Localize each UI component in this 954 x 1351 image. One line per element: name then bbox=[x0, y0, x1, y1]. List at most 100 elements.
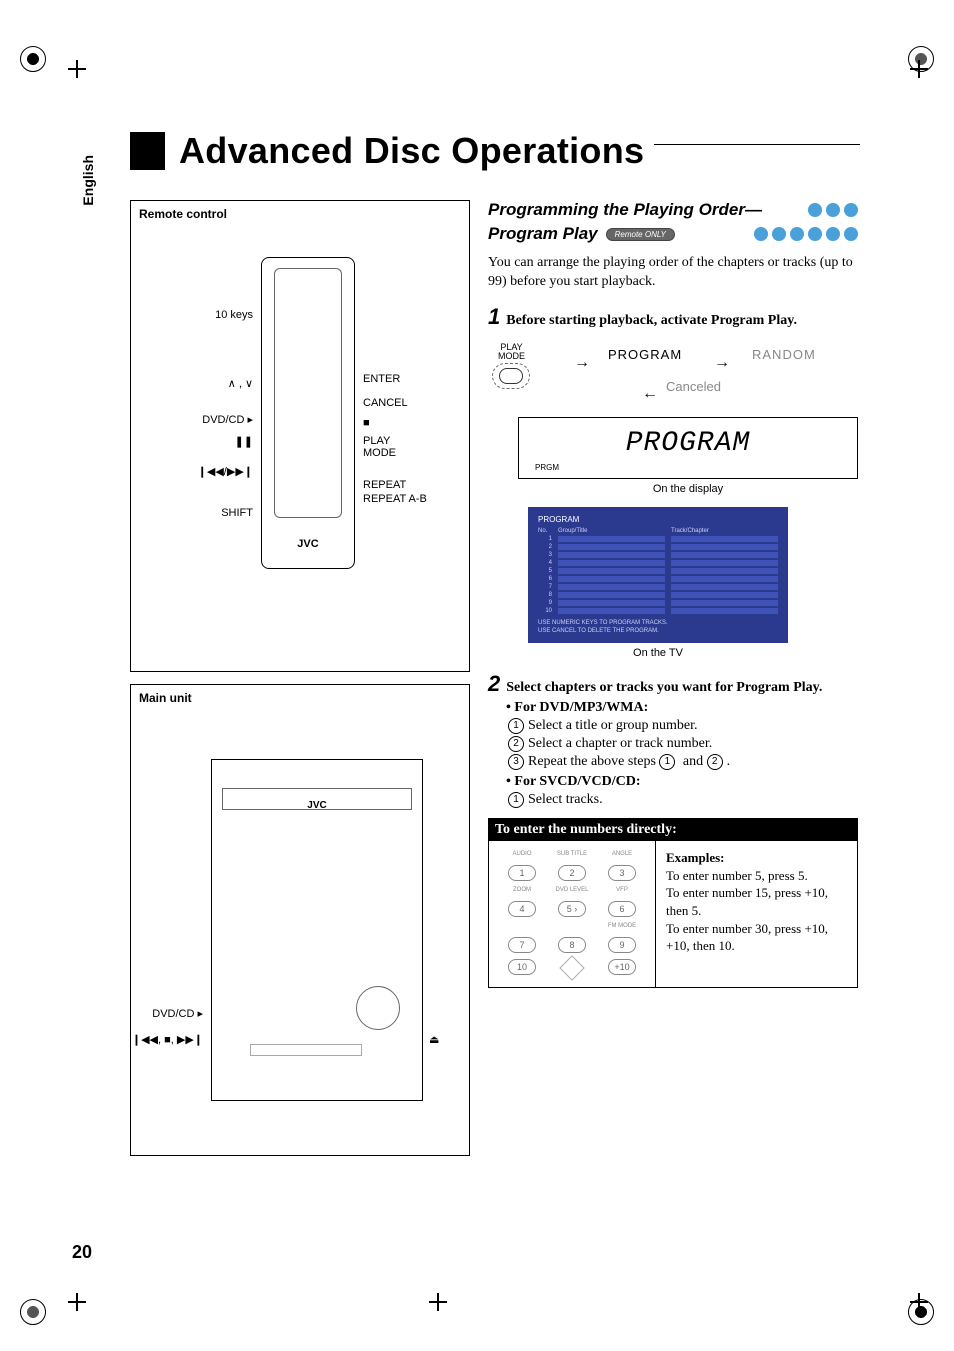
arrow-right-icon bbox=[574, 354, 590, 372]
key-5: 5 › bbox=[558, 901, 586, 917]
callout-10-keys: 10 keys bbox=[145, 309, 253, 321]
key-4: 4 bbox=[508, 901, 536, 917]
remote-control-label: Remote control bbox=[131, 201, 469, 227]
key-label-subtitle: SUB TITLE bbox=[547, 851, 597, 859]
registration-mark-tl bbox=[20, 46, 46, 72]
callout-repeat: REPEAT bbox=[363, 479, 406, 491]
tv-row-num: 8 bbox=[538, 592, 552, 598]
remote-control-panel: Remote control JVC 10 keys ∧ , ∨ DVD/CD … bbox=[130, 200, 470, 672]
key-label-vfp: VFP bbox=[597, 887, 647, 895]
key-7: 7 bbox=[508, 937, 536, 953]
title-bar-icon bbox=[130, 132, 165, 170]
tv-row-num: 4 bbox=[538, 560, 552, 566]
enter-numbers-header: To enter the numbers directly: bbox=[489, 819, 857, 841]
mode-program-label: PROGRAM bbox=[608, 347, 682, 362]
tv-row-num: 6 bbox=[538, 576, 552, 582]
section-subtitle: Program Play bbox=[488, 224, 598, 244]
callout-cancel: CANCEL bbox=[363, 397, 408, 409]
key-label-zoom: ZOOM bbox=[497, 887, 547, 895]
callout-pause-icon: ❚❚ bbox=[145, 435, 253, 448]
step-number-2: 2 bbox=[488, 673, 500, 695]
brand-logo: JVC bbox=[212, 800, 422, 811]
examples-heading: Examples: bbox=[666, 849, 847, 867]
registration-mark-bl bbox=[20, 1299, 46, 1325]
key-plus10: +10 bbox=[608, 959, 636, 975]
callout-repeat-ab: REPEAT A-B bbox=[363, 493, 427, 505]
page-number: 20 bbox=[72, 1242, 92, 1263]
crop-mark bbox=[910, 1293, 928, 1311]
tv-col-track: Track/Chapter bbox=[671, 528, 778, 534]
callout-dvd-cd: DVD/CD ▸ bbox=[145, 413, 253, 426]
tv-row-num: 5 bbox=[538, 568, 552, 574]
dvd-step-3: 3Repeat the above steps 1 and 2. bbox=[508, 754, 858, 770]
section-title: Programming the Playing Order— bbox=[488, 200, 762, 220]
example-2: To enter number 15, press +10, then 5. bbox=[666, 884, 847, 919]
key-2: 2 bbox=[558, 865, 586, 881]
decorative-dots bbox=[808, 203, 858, 217]
callout-eject-icon: ⏏ bbox=[429, 1033, 439, 1046]
mode-random-label: RANDOM bbox=[752, 347, 816, 362]
key-10: 10 bbox=[508, 959, 536, 975]
tv-col-group: Group/Title bbox=[558, 528, 665, 534]
callout-mode: MODE bbox=[363, 447, 396, 459]
key-6: 6 bbox=[608, 901, 636, 917]
decorative-dots bbox=[754, 227, 858, 241]
tv-row-num: 9 bbox=[538, 600, 552, 606]
step-number-1: 1 bbox=[488, 306, 500, 328]
tv-col-no: No. bbox=[538, 528, 552, 534]
tv-row-num: 7 bbox=[538, 584, 552, 590]
callout-dvd-cd: DVD/CD ▸ bbox=[131, 1007, 203, 1020]
display-prgm-indicator: PRGM bbox=[535, 463, 559, 472]
key-8: 8 bbox=[558, 937, 586, 953]
for-svcd-heading: • For SVCD/VCD/CD: bbox=[506, 774, 858, 790]
dvd-step-1: 1Select a title or group number. bbox=[508, 718, 858, 734]
title-rule bbox=[654, 144, 860, 145]
key-label-fmmode: FM MODE bbox=[597, 923, 647, 931]
tv-note-1: USE NUMERIC KEYS TO PROGRAM TRACKS. bbox=[538, 620, 778, 628]
remote-only-badge: Remote ONLY bbox=[606, 228, 675, 241]
for-dvd-heading: • For DVD/MP3/WMA: bbox=[506, 700, 858, 716]
enter-numbers-box: To enter the numbers directly: AUDIO SUB… bbox=[488, 818, 858, 988]
callout-shift: SHIFT bbox=[145, 507, 253, 519]
step-2-text: Select chapters or tracks you want for P… bbox=[506, 680, 822, 696]
remote-illustration: JVC bbox=[261, 257, 355, 569]
tv-row-num: 2 bbox=[538, 544, 552, 550]
mode-canceled-label: Canceled bbox=[666, 379, 721, 394]
display-segment-text: PROGRAM bbox=[519, 428, 857, 459]
dvd-step-2: 2Select a chapter or track number. bbox=[508, 736, 858, 752]
display-caption: On the display bbox=[518, 483, 858, 495]
arrow-right-icon bbox=[714, 354, 730, 372]
volume-knob-icon bbox=[356, 986, 400, 1030]
crop-mark bbox=[429, 1293, 447, 1311]
page-title: Advanced Disc Operations bbox=[179, 130, 644, 172]
key-label-dvdlevel: DVD LEVEL bbox=[547, 887, 597, 895]
play-mode-button-icon bbox=[492, 363, 530, 389]
examples-text: Examples: To enter number 5, press 5. To… bbox=[656, 841, 857, 987]
crop-mark bbox=[68, 60, 86, 78]
brand-logo: JVC bbox=[262, 538, 354, 550]
tv-caption: On the TV bbox=[528, 647, 788, 659]
main-unit-illustration: JVC bbox=[211, 759, 423, 1101]
tv-osd-header: PROGRAM bbox=[538, 515, 778, 524]
tv-row-num: 3 bbox=[538, 552, 552, 558]
svcd-step-1: 1Select tracks. bbox=[508, 792, 858, 808]
callout-skip-icon: ❙◀◀/▶▶❙ bbox=[145, 465, 253, 478]
key-1: 1 bbox=[508, 865, 536, 881]
callout-enter: ENTER bbox=[363, 373, 400, 385]
callout-up-down-icon: ∧ , ∨ bbox=[145, 377, 253, 390]
arrow-left-icon bbox=[642, 385, 658, 403]
transport-buttons-icon bbox=[250, 1044, 362, 1056]
key-label-audio: AUDIO bbox=[497, 851, 547, 859]
tv-osd-panel: PROGRAM No. Group/Title Track/Chapter 1 … bbox=[528, 507, 788, 644]
callout-stop-icon: ■ bbox=[363, 417, 370, 429]
key-label-angle: ANGLE bbox=[597, 851, 647, 859]
tv-note-2: USE CANCEL TO DELETE THE PROGRAM. bbox=[538, 628, 778, 636]
play-mode-diagram: PLAY MODE PROGRAM RANDOM Canceled bbox=[496, 343, 858, 407]
display-panel: PRGM PROGRAM bbox=[518, 417, 858, 479]
main-unit-panel: Main unit JVC DVD/CD ▸ ❙◀◀, ■, ▶▶❙ ⏏ bbox=[130, 684, 470, 1156]
crop-mark bbox=[68, 1293, 86, 1311]
callout-transport-icon: ❙◀◀, ■, ▶▶❙ bbox=[131, 1033, 203, 1046]
example-3: To enter number 30, press +10, +10, then… bbox=[666, 920, 847, 955]
keypad-illustration: AUDIO SUB TITLE ANGLE 1 2 3 ZOOM DVD LEV… bbox=[489, 841, 656, 987]
play-mode-button-label: PLAY MODE bbox=[498, 343, 525, 362]
